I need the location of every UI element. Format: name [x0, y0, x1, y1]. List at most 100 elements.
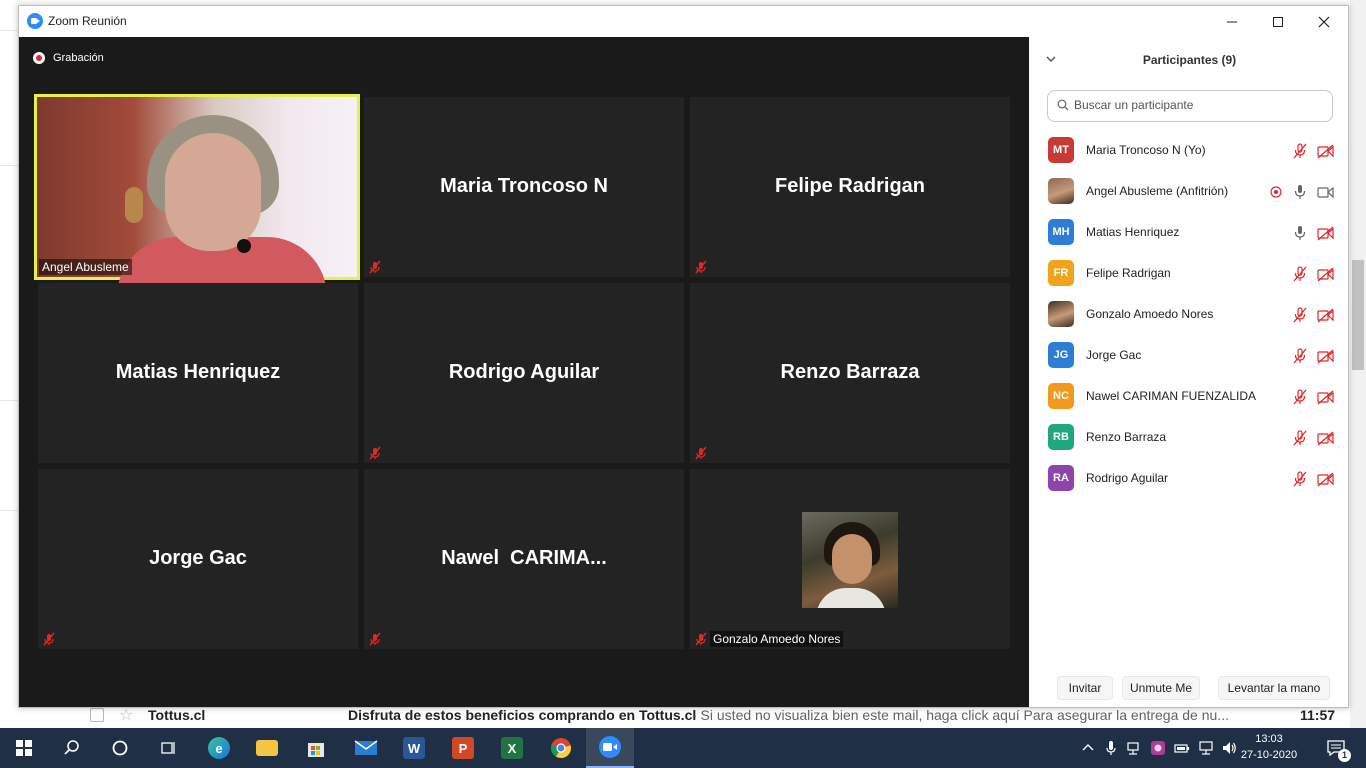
video-tile-gonzalo[interactable]: Gonzalo Amoedo Nores: [690, 469, 1010, 649]
participant-row[interactable]: MT Maria Troncoso N (Yo): [1029, 130, 1348, 171]
store-icon: [308, 743, 324, 757]
email-row[interactable]: ☆ Tottus.cl Disfruta de estos beneficios…: [0, 706, 1366, 726]
mail-taskbar-button[interactable]: [342, 728, 390, 768]
avatar: RA: [1048, 465, 1074, 491]
folder-icon: [256, 740, 278, 756]
video-tile-matias[interactable]: Matias Henriquez: [38, 283, 358, 463]
mic-muted-icon: [369, 260, 381, 274]
recording-dot-icon: [33, 52, 45, 64]
edge-taskbar-button[interactable]: e: [195, 728, 243, 768]
star-icon[interactable]: ☆: [119, 705, 133, 725]
microphone-icon[interactable]: [1291, 183, 1309, 201]
notification-center-button[interactable]: 1: [1318, 728, 1366, 768]
file-explorer-taskbar-button[interactable]: [243, 728, 291, 768]
powerpoint-taskbar-button[interactable]: P: [439, 728, 487, 768]
zoom-meeting-window: Zoom Reunión Grabación Angel Abusleme Ma…: [18, 5, 1349, 708]
tile-name: Nawel CARIMA...: [441, 547, 607, 569]
excel-taskbar-button[interactable]: X: [488, 728, 536, 768]
email-snippet: - Si usted no visualiza bien este mail, …: [692, 707, 1229, 723]
video-tile-renzo[interactable]: Renzo Barraza: [690, 283, 1010, 463]
maximize-icon: [1273, 16, 1283, 27]
video-tile-angel[interactable]: Angel Abusleme: [34, 94, 360, 297]
divider: [0, 165, 18, 166]
search-input[interactable]: [1074, 98, 1324, 112]
participant-search[interactable]: [1047, 90, 1333, 122]
window-title: Zoom Reunión: [48, 14, 127, 28]
video-off-icon[interactable]: [1316, 388, 1334, 406]
cortana-button[interactable]: [96, 728, 144, 768]
mic-muted-icon[interactable]: [1291, 306, 1309, 324]
mic-muted-icon[interactable]: [1291, 429, 1309, 447]
participant-row[interactable]: NC Nawel CARIMAN FUENZALIDA: [1029, 376, 1348, 417]
network-icon[interactable]: [1198, 740, 1214, 756]
mic-muted-icon[interactable]: [1291, 142, 1309, 160]
microphone-icon[interactable]: [1103, 740, 1119, 756]
recording-label: Grabación: [53, 52, 104, 64]
email-time: 11:57: [1300, 707, 1336, 723]
video-off-icon[interactable]: [1316, 470, 1334, 488]
participant-name: Rodrigo Aguilar: [1086, 471, 1169, 485]
video-camera-icon[interactable]: [1316, 183, 1334, 201]
video-tile-felipe[interactable]: Felipe Radrigan: [690, 97, 1010, 277]
participant-row[interactable]: Gonzalo Amoedo Nores: [1029, 294, 1348, 335]
avatar: MH: [1048, 219, 1074, 245]
store-taskbar-button[interactable]: [292, 728, 340, 768]
chevron-up-icon[interactable]: [1080, 740, 1096, 756]
video-off-icon[interactable]: [1316, 429, 1334, 447]
maximize-button[interactable]: [1255, 6, 1301, 37]
video-tile-rodrigo[interactable]: Rodrigo Aguilar: [364, 283, 684, 463]
video-off-icon[interactable]: [1316, 142, 1334, 160]
zoom-camera-glyph: [603, 743, 617, 751]
app-tray-icon[interactable]: [1150, 740, 1166, 756]
participant-row[interactable]: JG Jorge Gac: [1029, 335, 1348, 376]
video-off-icon[interactable]: [1316, 224, 1334, 242]
start-button[interactable]: [0, 728, 48, 768]
mail-icon: [354, 740, 378, 755]
mic-muted-icon: [695, 632, 707, 646]
video-off-icon[interactable]: [1316, 306, 1334, 324]
zoom-icon: [599, 736, 621, 758]
video-off-icon[interactable]: [1316, 347, 1334, 365]
participant-row[interactable]: RB Renzo Barraza: [1029, 417, 1348, 458]
email-select-checkbox[interactable]: [90, 708, 104, 722]
avatar: MT: [1048, 137, 1074, 163]
unmute-me-button[interactable]: Unmute Me: [1122, 676, 1200, 700]
video-off-icon[interactable]: [1316, 265, 1334, 283]
participant-name: Renzo Barraza: [1086, 430, 1167, 444]
recording-indicator[interactable]: Grabación: [33, 51, 104, 65]
taskbar-clock[interactable]: 13:03 27-10-2020: [1240, 731, 1298, 763]
mic-muted-icon[interactable]: [1291, 347, 1309, 365]
page-scrollbar[interactable]: [1350, 0, 1366, 728]
minimize-button[interactable]: [1209, 6, 1255, 37]
zoom-logo-icon: [27, 13, 43, 29]
participant-row[interactable]: Angel Abusleme (Anfitrión): [1029, 171, 1348, 212]
participant-row[interactable]: FR Felipe Radrigan: [1029, 253, 1348, 294]
cortana-icon: [112, 740, 128, 756]
raise-hand-button[interactable]: Levantar la mano: [1218, 676, 1330, 700]
video-tile-jorge[interactable]: Jorge Gac: [38, 469, 358, 649]
divider: [0, 510, 18, 511]
chrome-taskbar-button[interactable]: [537, 728, 585, 768]
battery-icon[interactable]: [1174, 740, 1190, 756]
mic-muted-icon[interactable]: [1291, 388, 1309, 406]
search-icon: [1057, 99, 1069, 111]
volume-icon[interactable]: [1221, 740, 1237, 756]
window-titlebar[interactable]: Zoom Reunión: [19, 6, 1348, 37]
video-tile-maria[interactable]: Maria Troncoso N: [364, 97, 684, 277]
participant-row[interactable]: MH Matias Henriquez: [1029, 212, 1348, 253]
participant-row[interactable]: RA Rodrigo Aguilar: [1029, 458, 1348, 499]
invite-button[interactable]: Invitar: [1057, 676, 1113, 700]
scrollbar-thumb[interactable]: [1352, 260, 1364, 370]
search-button[interactable]: [48, 728, 96, 768]
network-adapter-icon[interactable]: [1126, 740, 1142, 756]
zoom-taskbar-button[interactable]: [586, 728, 634, 768]
close-button[interactable]: [1301, 6, 1347, 37]
participant-name: Angel Abusleme (Anfitrión): [1086, 184, 1229, 198]
task-view-button[interactable]: [144, 728, 192, 768]
microphone-icon[interactable]: [1291, 224, 1309, 242]
tile-name: Jorge Gac: [149, 547, 247, 569]
mic-muted-icon[interactable]: [1291, 470, 1309, 488]
mic-muted-icon[interactable]: [1291, 265, 1309, 283]
video-tile-nawel[interactable]: Nawel CARIMA...: [364, 469, 684, 649]
word-taskbar-button[interactable]: W: [390, 728, 438, 768]
